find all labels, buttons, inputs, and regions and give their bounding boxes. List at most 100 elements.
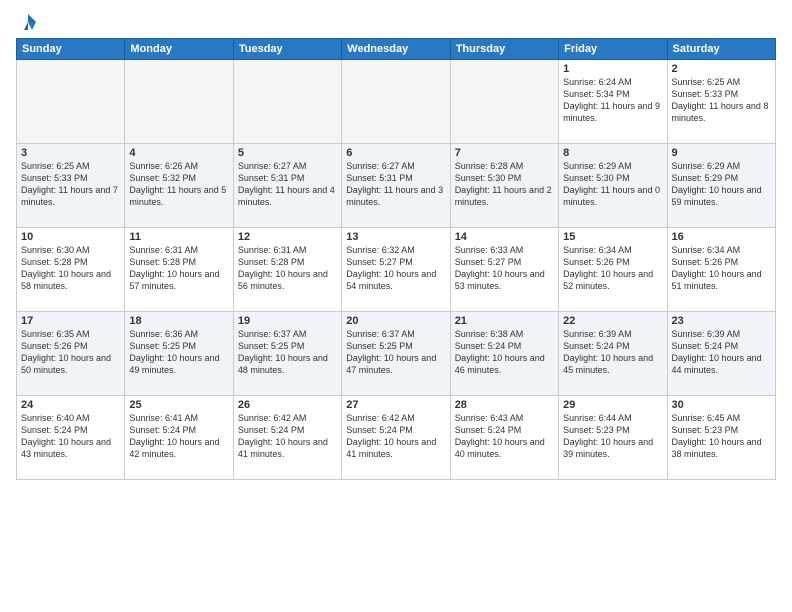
- day-number: 4: [129, 147, 228, 159]
- weekday-header: Friday: [559, 39, 667, 60]
- week-row: 10Sunrise: 6:30 AM Sunset: 5:28 PM Dayli…: [17, 228, 776, 312]
- day-number: 25: [129, 399, 228, 411]
- calendar-cell: 29Sunrise: 6:44 AM Sunset: 5:23 PM Dayli…: [559, 396, 667, 480]
- header: [16, 12, 776, 32]
- calendar-cell: 7Sunrise: 6:28 AM Sunset: 5:30 PM Daylig…: [450, 144, 558, 228]
- calendar-cell: 24Sunrise: 6:40 AM Sunset: 5:24 PM Dayli…: [17, 396, 125, 480]
- day-info: Sunrise: 6:34 AM Sunset: 5:26 PM Dayligh…: [563, 244, 662, 293]
- day-info: Sunrise: 6:24 AM Sunset: 5:34 PM Dayligh…: [563, 76, 662, 125]
- day-number: 14: [455, 231, 554, 243]
- calendar-cell: 9Sunrise: 6:29 AM Sunset: 5:29 PM Daylig…: [667, 144, 775, 228]
- day-number: 2: [672, 63, 771, 75]
- day-info: Sunrise: 6:37 AM Sunset: 5:25 PM Dayligh…: [238, 328, 337, 377]
- calendar-cell: 8Sunrise: 6:29 AM Sunset: 5:30 PM Daylig…: [559, 144, 667, 228]
- calendar-cell: 20Sunrise: 6:37 AM Sunset: 5:25 PM Dayli…: [342, 312, 450, 396]
- day-number: 9: [672, 147, 771, 159]
- calendar-cell: 15Sunrise: 6:34 AM Sunset: 5:26 PM Dayli…: [559, 228, 667, 312]
- logo-icon: [18, 12, 38, 32]
- day-number: 15: [563, 231, 662, 243]
- calendar-cell: 4Sunrise: 6:26 AM Sunset: 5:32 PM Daylig…: [125, 144, 233, 228]
- day-info: Sunrise: 6:36 AM Sunset: 5:25 PM Dayligh…: [129, 328, 228, 377]
- calendar-cell: 18Sunrise: 6:36 AM Sunset: 5:25 PM Dayli…: [125, 312, 233, 396]
- day-info: Sunrise: 6:41 AM Sunset: 5:24 PM Dayligh…: [129, 412, 228, 461]
- calendar-cell: 16Sunrise: 6:34 AM Sunset: 5:26 PM Dayli…: [667, 228, 775, 312]
- day-info: Sunrise: 6:34 AM Sunset: 5:26 PM Dayligh…: [672, 244, 771, 293]
- day-info: Sunrise: 6:42 AM Sunset: 5:24 PM Dayligh…: [346, 412, 445, 461]
- day-number: 8: [563, 147, 662, 159]
- day-number: 20: [346, 315, 445, 327]
- day-info: Sunrise: 6:29 AM Sunset: 5:29 PM Dayligh…: [672, 160, 771, 209]
- calendar-cell: 23Sunrise: 6:39 AM Sunset: 5:24 PM Dayli…: [667, 312, 775, 396]
- day-info: Sunrise: 6:39 AM Sunset: 5:24 PM Dayligh…: [672, 328, 771, 377]
- day-info: Sunrise: 6:30 AM Sunset: 5:28 PM Dayligh…: [21, 244, 120, 293]
- logo: [16, 12, 38, 32]
- day-number: 22: [563, 315, 662, 327]
- day-number: 10: [21, 231, 120, 243]
- day-number: 30: [672, 399, 771, 411]
- week-row: 3Sunrise: 6:25 AM Sunset: 5:33 PM Daylig…: [17, 144, 776, 228]
- calendar-cell: [233, 60, 341, 144]
- calendar-cell: [125, 60, 233, 144]
- day-number: 19: [238, 315, 337, 327]
- day-number: 6: [346, 147, 445, 159]
- weekday-header: Tuesday: [233, 39, 341, 60]
- day-number: 29: [563, 399, 662, 411]
- weekday-header: Saturday: [667, 39, 775, 60]
- day-info: Sunrise: 6:28 AM Sunset: 5:30 PM Dayligh…: [455, 160, 554, 209]
- day-info: Sunrise: 6:26 AM Sunset: 5:32 PM Dayligh…: [129, 160, 228, 209]
- calendar-cell: 12Sunrise: 6:31 AM Sunset: 5:28 PM Dayli…: [233, 228, 341, 312]
- calendar-cell: 1Sunrise: 6:24 AM Sunset: 5:34 PM Daylig…: [559, 60, 667, 144]
- day-info: Sunrise: 6:42 AM Sunset: 5:24 PM Dayligh…: [238, 412, 337, 461]
- weekday-header: Thursday: [450, 39, 558, 60]
- day-number: 21: [455, 315, 554, 327]
- calendar-cell: 14Sunrise: 6:33 AM Sunset: 5:27 PM Dayli…: [450, 228, 558, 312]
- calendar-cell: 5Sunrise: 6:27 AM Sunset: 5:31 PM Daylig…: [233, 144, 341, 228]
- day-number: 12: [238, 231, 337, 243]
- page: SundayMondayTuesdayWednesdayThursdayFrid…: [0, 0, 792, 612]
- day-number: 1: [563, 63, 662, 75]
- day-info: Sunrise: 6:25 AM Sunset: 5:33 PM Dayligh…: [21, 160, 120, 209]
- day-number: 18: [129, 315, 228, 327]
- day-info: Sunrise: 6:40 AM Sunset: 5:24 PM Dayligh…: [21, 412, 120, 461]
- calendar-cell: 22Sunrise: 6:39 AM Sunset: 5:24 PM Dayli…: [559, 312, 667, 396]
- day-number: 11: [129, 231, 228, 243]
- calendar-cell: 19Sunrise: 6:37 AM Sunset: 5:25 PM Dayli…: [233, 312, 341, 396]
- day-info: Sunrise: 6:32 AM Sunset: 5:27 PM Dayligh…: [346, 244, 445, 293]
- calendar-cell: [17, 60, 125, 144]
- calendar-cell: 17Sunrise: 6:35 AM Sunset: 5:26 PM Dayli…: [17, 312, 125, 396]
- day-info: Sunrise: 6:38 AM Sunset: 5:24 PM Dayligh…: [455, 328, 554, 377]
- week-row: 24Sunrise: 6:40 AM Sunset: 5:24 PM Dayli…: [17, 396, 776, 480]
- calendar-cell: 21Sunrise: 6:38 AM Sunset: 5:24 PM Dayli…: [450, 312, 558, 396]
- calendar-cell: 3Sunrise: 6:25 AM Sunset: 5:33 PM Daylig…: [17, 144, 125, 228]
- day-info: Sunrise: 6:25 AM Sunset: 5:33 PM Dayligh…: [672, 76, 771, 125]
- day-number: 7: [455, 147, 554, 159]
- day-number: 16: [672, 231, 771, 243]
- day-info: Sunrise: 6:44 AM Sunset: 5:23 PM Dayligh…: [563, 412, 662, 461]
- calendar-cell: 30Sunrise: 6:45 AM Sunset: 5:23 PM Dayli…: [667, 396, 775, 480]
- weekday-header: Wednesday: [342, 39, 450, 60]
- day-number: 17: [21, 315, 120, 327]
- week-row: 17Sunrise: 6:35 AM Sunset: 5:26 PM Dayli…: [17, 312, 776, 396]
- day-info: Sunrise: 6:43 AM Sunset: 5:24 PM Dayligh…: [455, 412, 554, 461]
- weekday-header: Monday: [125, 39, 233, 60]
- day-info: Sunrise: 6:39 AM Sunset: 5:24 PM Dayligh…: [563, 328, 662, 377]
- day-info: Sunrise: 6:29 AM Sunset: 5:30 PM Dayligh…: [563, 160, 662, 209]
- calendar-cell: [450, 60, 558, 144]
- calendar-cell: 26Sunrise: 6:42 AM Sunset: 5:24 PM Dayli…: [233, 396, 341, 480]
- day-info: Sunrise: 6:31 AM Sunset: 5:28 PM Dayligh…: [238, 244, 337, 293]
- day-info: Sunrise: 6:33 AM Sunset: 5:27 PM Dayligh…: [455, 244, 554, 293]
- day-info: Sunrise: 6:37 AM Sunset: 5:25 PM Dayligh…: [346, 328, 445, 377]
- calendar-cell: 27Sunrise: 6:42 AM Sunset: 5:24 PM Dayli…: [342, 396, 450, 480]
- calendar-cell: 25Sunrise: 6:41 AM Sunset: 5:24 PM Dayli…: [125, 396, 233, 480]
- day-info: Sunrise: 6:27 AM Sunset: 5:31 PM Dayligh…: [238, 160, 337, 209]
- day-number: 24: [21, 399, 120, 411]
- calendar-cell: 13Sunrise: 6:32 AM Sunset: 5:27 PM Dayli…: [342, 228, 450, 312]
- day-info: Sunrise: 6:35 AM Sunset: 5:26 PM Dayligh…: [21, 328, 120, 377]
- calendar-cell: 2Sunrise: 6:25 AM Sunset: 5:33 PM Daylig…: [667, 60, 775, 144]
- day-info: Sunrise: 6:31 AM Sunset: 5:28 PM Dayligh…: [129, 244, 228, 293]
- weekday-header-row: SundayMondayTuesdayWednesdayThursdayFrid…: [17, 39, 776, 60]
- calendar-cell: 10Sunrise: 6:30 AM Sunset: 5:28 PM Dayli…: [17, 228, 125, 312]
- day-number: 27: [346, 399, 445, 411]
- calendar-cell: 28Sunrise: 6:43 AM Sunset: 5:24 PM Dayli…: [450, 396, 558, 480]
- calendar-cell: [342, 60, 450, 144]
